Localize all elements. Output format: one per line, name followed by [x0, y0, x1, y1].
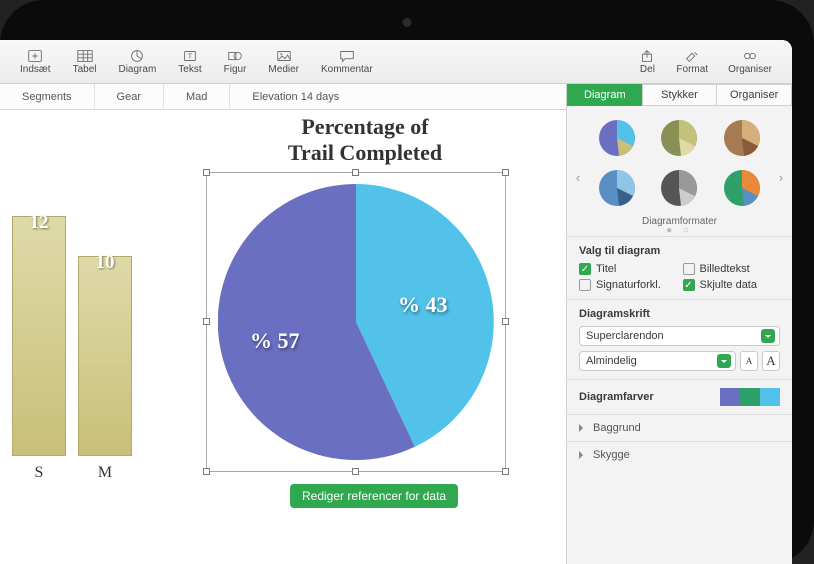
- option-title-checkbox[interactable]: ✓Titel: [579, 263, 677, 275]
- font-larger-button[interactable]: A: [762, 351, 780, 371]
- bar-value: 12: [12, 212, 66, 234]
- option-caption-checkbox[interactable]: Billedtekst: [683, 263, 781, 275]
- chart-style[interactable]: [651, 116, 707, 160]
- resize-handle[interactable]: [502, 468, 509, 475]
- resize-handle[interactable]: [502, 169, 509, 176]
- pie-label-b: % 43: [398, 292, 448, 318]
- chart-colors-title: Diagramfarver: [579, 391, 654, 403]
- chart-style[interactable]: [714, 116, 770, 160]
- comment-button[interactable]: Kommentar: [311, 42, 383, 82]
- chart-style[interactable]: [589, 116, 645, 160]
- app-window: Indsæt Tabel Diagram TTekst Figur Medier…: [0, 40, 792, 564]
- media-button[interactable]: Medier: [258, 42, 309, 82]
- bar-category: M: [78, 464, 132, 482]
- segment-pieces[interactable]: Stykker: [642, 84, 717, 106]
- bar-chart[interactable]: 12 10 S M: [4, 150, 174, 490]
- style-next-icon[interactable]: ›: [774, 170, 788, 185]
- page-dots[interactable]: ● ○: [567, 225, 792, 236]
- shape-button[interactable]: Figur: [214, 42, 257, 82]
- chart-style-grid: [567, 106, 792, 212]
- option-legend-checkbox[interactable]: Signaturforkl.: [579, 279, 677, 291]
- section-background[interactable]: Baggrund: [567, 414, 792, 441]
- sheet-tab[interactable]: Gear: [95, 84, 164, 109]
- option-hidden-checkbox[interactable]: ✓Skjulte data: [683, 279, 781, 291]
- pie-label-a: % 57: [250, 328, 300, 354]
- segment-chart[interactable]: Diagram: [567, 84, 642, 106]
- font-family-select[interactable]: Superclarendon: [579, 326, 780, 346]
- share-button[interactable]: Del: [628, 42, 666, 82]
- bar-category: S: [12, 464, 66, 482]
- sheet-tab[interactable]: Segments: [0, 84, 95, 109]
- pie-chart[interactable]: [218, 184, 494, 460]
- chart-options-title: Valg til diagram: [579, 245, 780, 257]
- canvas[interactable]: 12 10 S M Percentage of Trail Completed: [0, 110, 566, 564]
- chart-button[interactable]: Diagram: [108, 42, 166, 82]
- chart-font-title: Diagramskrift: [579, 308, 780, 320]
- svg-text:T: T: [188, 51, 193, 60]
- organize-button[interactable]: Organiser: [718, 42, 782, 82]
- resize-handle[interactable]: [352, 468, 359, 475]
- chart-style[interactable]: [651, 166, 707, 210]
- format-button[interactable]: Format: [666, 42, 718, 82]
- resize-handle[interactable]: [203, 169, 210, 176]
- font-style-select[interactable]: Almindelig: [579, 351, 736, 371]
- section-shadow[interactable]: Skygge: [567, 441, 792, 468]
- chart-colors-swatch[interactable]: [720, 388, 780, 406]
- chart-title[interactable]: Percentage of Trail Completed: [220, 114, 510, 167]
- resize-handle[interactable]: [502, 318, 509, 325]
- table-button[interactable]: Tabel: [63, 42, 107, 82]
- sheet-tab[interactable]: Mad: [164, 84, 230, 109]
- resize-handle[interactable]: [352, 169, 359, 176]
- chart-style[interactable]: [714, 166, 770, 210]
- insert-button[interactable]: Indsæt: [10, 42, 61, 82]
- resize-handle[interactable]: [203, 318, 210, 325]
- edit-data-button[interactable]: Rediger referencer for data: [290, 484, 458, 508]
- inspector-segments: Diagram Stykker Organiser: [567, 84, 792, 106]
- chart-style[interactable]: [589, 166, 645, 210]
- segment-arrange[interactable]: Organiser: [716, 84, 792, 106]
- text-button[interactable]: TTekst: [168, 42, 211, 82]
- style-prev-icon[interactable]: ‹: [571, 170, 585, 185]
- camera-dot: [403, 18, 412, 27]
- toolbar: Indsæt Tabel Diagram TTekst Figur Medier…: [0, 40, 792, 84]
- inspector: Diagram Stykker Organiser ‹ › Diagramfor…: [566, 84, 792, 564]
- font-smaller-button[interactable]: A: [740, 351, 758, 371]
- resize-handle[interactable]: [203, 468, 210, 475]
- bar-value: 10: [78, 252, 132, 274]
